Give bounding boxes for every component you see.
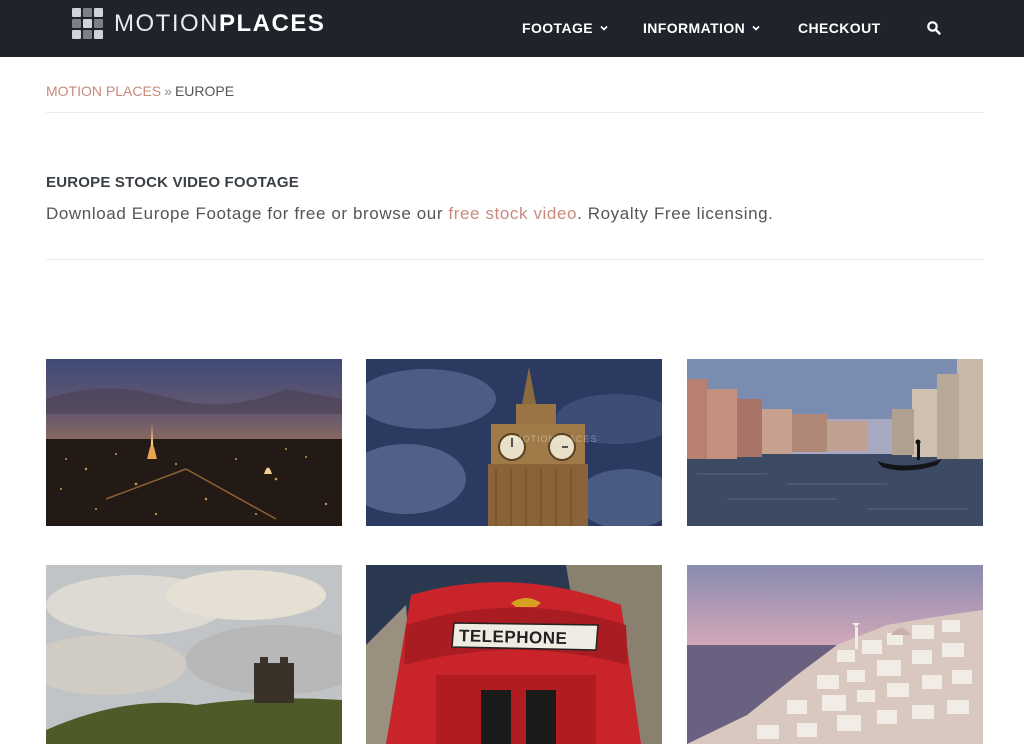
intro-text-before: Download Europe Footage for free or brow… — [46, 204, 449, 223]
santorini-village-image — [687, 565, 983, 744]
thumbnail-venice[interactable] — [687, 359, 983, 526]
big-ben-image: MOTIONPLACES — [366, 359, 662, 526]
nav-checkout-label: CHECKOUT — [798, 20, 881, 36]
castle-hill-image — [46, 565, 342, 744]
telephone-box-image: TELEPHONE — [366, 565, 662, 744]
logo-wordmark: MOTIONPLACES — [114, 10, 325, 38]
thumbnail-paris[interactable] — [46, 359, 342, 526]
divider — [46, 259, 984, 260]
paris-night-image — [46, 359, 342, 526]
nav-footage-label: FOOTAGE — [522, 20, 593, 36]
site-logo[interactable]: MOTIONPLACES — [72, 8, 325, 40]
divider — [46, 112, 984, 113]
breadcrumb-current: EUROPE — [174, 83, 235, 99]
intro-text-after: . Royalty Free licensing. — [577, 204, 774, 223]
thumbnail-telephone-box[interactable]: TELEPHONE — [366, 565, 662, 744]
thumbnail-watermark: MOTIONPLACES — [514, 434, 598, 444]
logo-grid-icon — [72, 8, 104, 40]
venice-canal-image — [687, 359, 983, 526]
telephone-sign: TELEPHONE — [459, 626, 568, 648]
chevron-down-icon — [600, 25, 608, 31]
breadcrumb-separator: » — [164, 83, 172, 99]
nav-information[interactable]: INFORMATION — [643, 20, 761, 36]
nav-footage[interactable]: FOOTAGE — [522, 20, 609, 36]
chevron-down-icon — [752, 25, 760, 31]
breadcrumb: MOTION PLACES» EUROPE — [46, 83, 234, 99]
page-title: EUROPE STOCK VIDEO FOOTAGE — [46, 174, 300, 191]
thumbnail-santorini[interactable] — [687, 565, 983, 744]
thumbnail-big-ben[interactable]: MOTIONPLACES — [366, 359, 662, 526]
logo-text-bold: PLACES — [219, 10, 326, 37]
search-icon[interactable] — [926, 20, 942, 36]
thumbnail-castle[interactable] — [46, 565, 342, 744]
intro-text: Download Europe Footage for free or brow… — [46, 204, 774, 224]
free-stock-video-link[interactable]: free stock video — [448, 204, 577, 223]
logo-text-light: MOTION — [114, 10, 219, 37]
nav-checkout[interactable]: CHECKOUT — [798, 20, 881, 36]
top-navbar: MOTIONPLACES FOOTAGE INFORMATION CHECKOU… — [0, 0, 1024, 57]
breadcrumb-home-link[interactable]: MOTION PLACES — [46, 83, 161, 99]
nav-information-label: INFORMATION — [643, 20, 746, 36]
